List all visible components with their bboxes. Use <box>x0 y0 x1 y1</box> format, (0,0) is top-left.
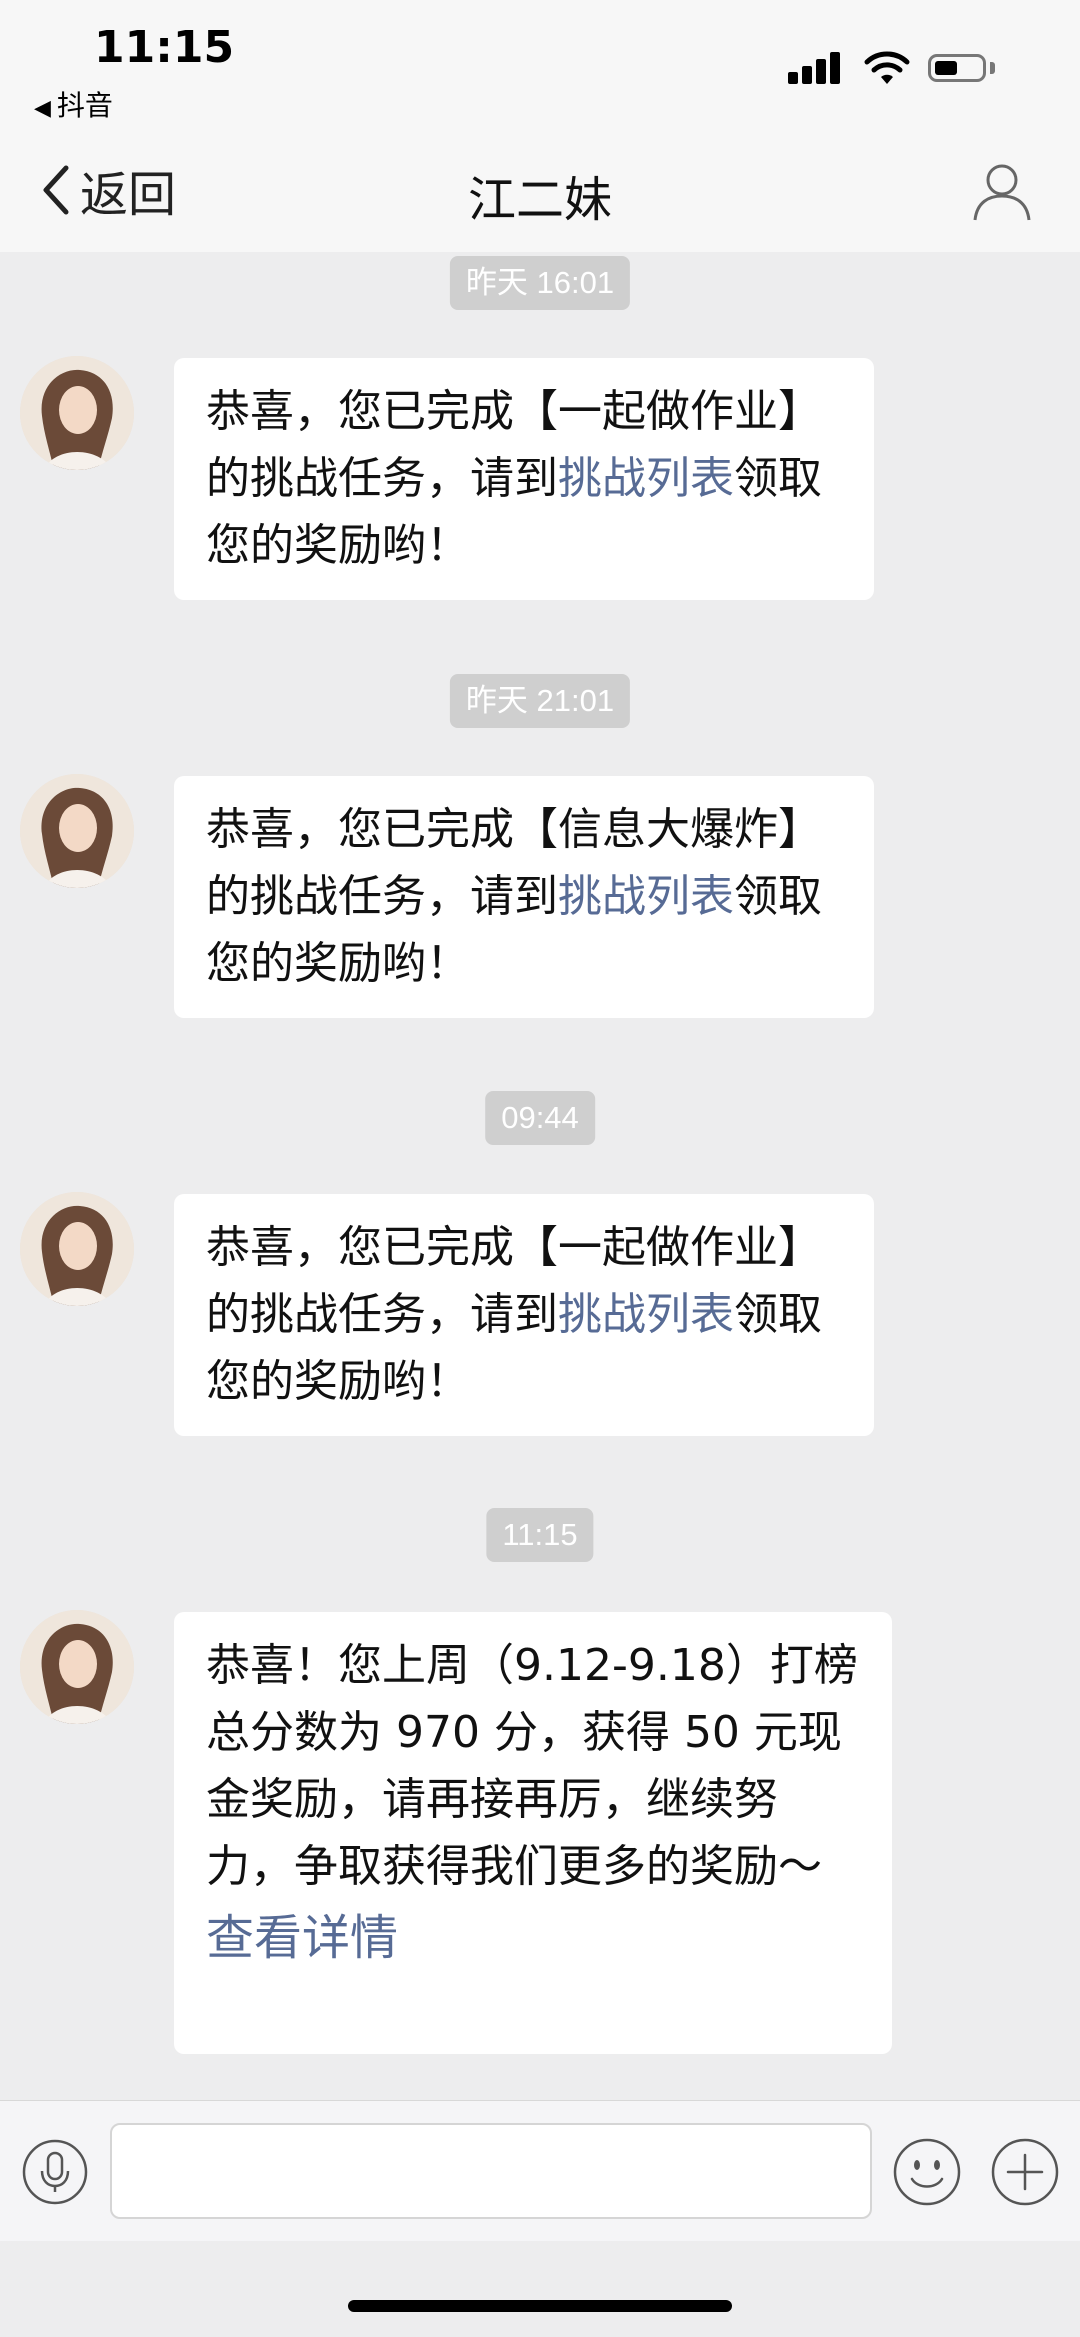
challenge-list-link[interactable]: 挑战列表 <box>558 1289 734 1340</box>
input-bar <box>0 2100 1080 2241</box>
status-time: 11:15 <box>94 22 235 73</box>
wifi-icon <box>864 51 910 84</box>
avatar[interactable] <box>20 1610 134 1724</box>
smiley-icon[interactable] <box>892 2137 962 2207</box>
message-timestamp: 09:44 <box>485 1091 595 1145</box>
view-details-link[interactable]: 查看详情 <box>206 1908 860 1968</box>
message-timestamp: 昨天 16:01 <box>449 256 631 310</box>
message-bubble: 恭喜，您已完成【一起做作业】的挑战任务，请到挑战列表领取您的奖励哟！ <box>174 1194 874 1436</box>
microphone-icon[interactable] <box>22 2139 88 2205</box>
plus-icon[interactable] <box>990 2137 1060 2207</box>
back-to-app[interactable]: ◀ 抖音 <box>34 84 113 124</box>
message-text: 恭喜！您上周（9.12-9.18）打榜总分数为 970 分，获得 50 元现金奖… <box>206 1640 858 1892</box>
message-bubble: 恭喜，您已完成【一起做作业】的挑战任务，请到挑战列表领取您的奖励哟！ <box>174 358 874 600</box>
person-icon[interactable] <box>970 158 1034 222</box>
avatar[interactable] <box>20 1192 134 1306</box>
home-indicator[interactable] <box>348 2300 732 2312</box>
message-input[interactable] <box>110 2123 872 2219</box>
challenge-list-link[interactable]: 挑战列表 <box>558 453 734 504</box>
avatar-image <box>20 356 134 470</box>
avatar-image <box>20 1192 134 1306</box>
status-indicators <box>788 48 1028 88</box>
message-timestamp: 昨天 21:01 <box>449 674 631 728</box>
message-bubble: 恭喜，您已完成【信息大爆炸】的挑战任务，请到挑战列表领取您的奖励哟！ <box>174 776 874 1018</box>
chat-title: 江二妹 <box>467 172 612 228</box>
avatar-image <box>20 774 134 888</box>
challenge-list-link[interactable]: 挑战列表 <box>558 871 734 922</box>
battery-icon <box>928 54 986 82</box>
message-timestamp: 11:15 <box>486 1508 594 1562</box>
avatar[interactable] <box>20 774 134 888</box>
back-triangle-icon: ◀ <box>34 96 51 121</box>
back-app-label: 抖音 <box>56 89 113 122</box>
avatar[interactable] <box>20 356 134 470</box>
battery-tip <box>990 62 995 74</box>
message-bubble: 恭喜！您上周（9.12-9.18）打榜总分数为 970 分，获得 50 元现金奖… <box>174 1612 892 2054</box>
signal-icon <box>788 50 848 84</box>
top-header: 11:15 ◀ 抖音 返回 江二妹 <box>0 0 1080 252</box>
avatar-image <box>20 1610 134 1724</box>
